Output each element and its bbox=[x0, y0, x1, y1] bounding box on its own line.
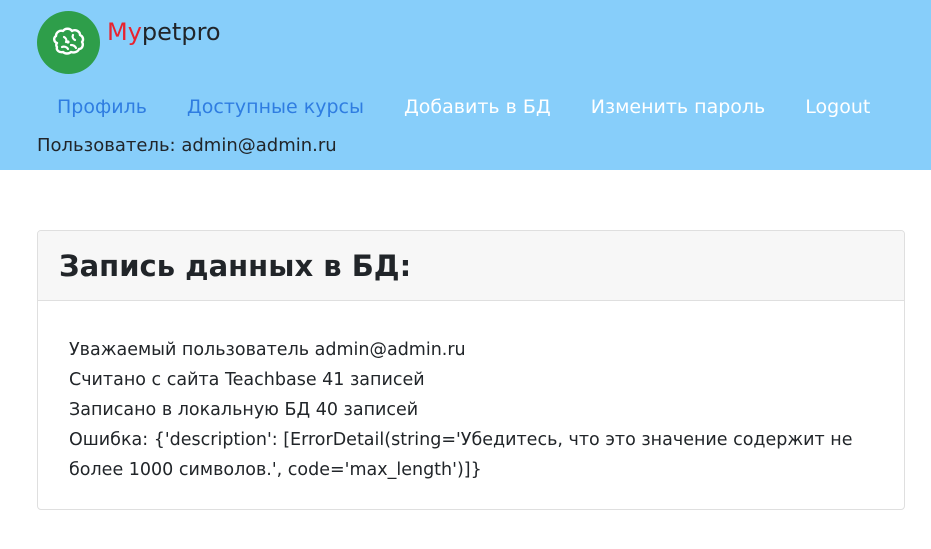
written-count-line: Записано в локальную БД 40 записей bbox=[69, 400, 419, 420]
nav-logout[interactable]: Logout bbox=[785, 91, 890, 123]
error-line: Ошибка: {'description': [ErrorDetail(str… bbox=[69, 430, 853, 480]
site-header: Mypetpro Профиль Доступные курсы Добавит… bbox=[0, 0, 931, 170]
greeting-line: Уважаемый пользователь admin@admin.ru bbox=[69, 340, 466, 360]
nav-profile[interactable]: Профиль bbox=[37, 91, 167, 123]
brand-rest: petpro bbox=[141, 18, 221, 46]
logo[interactable] bbox=[37, 11, 100, 74]
brand-accent: My bbox=[107, 18, 142, 46]
card-body: Уважаемый пользователь admin@admin.ru Сч… bbox=[38, 301, 904, 485]
card-header: Запись данных в БД: bbox=[38, 231, 904, 301]
nav-available-courses[interactable]: Доступные курсы bbox=[167, 91, 384, 123]
current-user: Пользователь: admin@admin.ru bbox=[37, 135, 337, 156]
nav-change-password[interactable]: Изменить пароль bbox=[571, 91, 786, 123]
read-count-line: Считано с сайта Teachbase 41 записей bbox=[69, 370, 425, 390]
nav-add-to-db[interactable]: Добавить в БД bbox=[384, 91, 571, 123]
brand-name[interactable]: Mypetpro bbox=[107, 16, 221, 48]
main-nav: Профиль Доступные курсы Добавить в БД Из… bbox=[37, 90, 890, 124]
brain-icon bbox=[52, 27, 84, 55]
card-title: Запись данных в БД: bbox=[59, 248, 412, 283]
result-card: Запись данных в БД: Уважаемый пользовате… bbox=[37, 230, 905, 510]
